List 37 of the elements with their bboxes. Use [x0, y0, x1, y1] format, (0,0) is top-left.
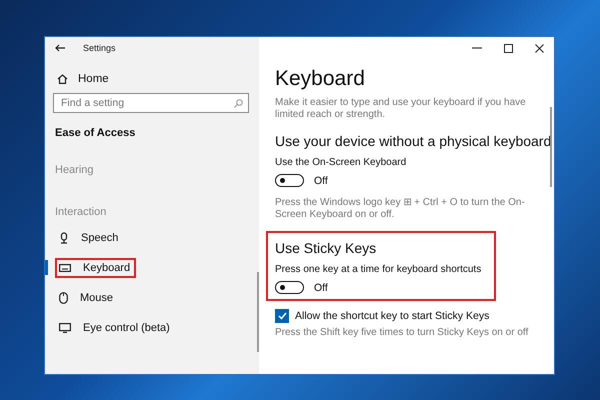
category-heading: Hearing [54, 164, 95, 176]
maximize-icon[interactable] [504, 44, 513, 52]
scrollbar[interactable] [257, 272, 259, 352]
sidebar-item[interactable]: Mouse [55, 288, 120, 308]
microphone-icon [59, 232, 69, 244]
window-title: Settings [83, 43, 116, 53]
search-field[interactable]: Find a setting [53, 93, 249, 113]
toggle-switch[interactable] [275, 281, 304, 294]
home-icon[interactable] [57, 74, 68, 84]
back-arrow-icon[interactable] [55, 44, 65, 52]
section-heading: Use Sticky Keys [275, 240, 378, 256]
checkbox-label[interactable]: Allow the shortcut key to start Sticky Keys [295, 310, 490, 322]
home-link[interactable]: Home [78, 73, 109, 85]
category-heading: Interaction [54, 206, 108, 218]
close-icon[interactable] [535, 44, 544, 52]
sidebar-item[interactable]: Eye control (beta) [55, 318, 176, 338]
toggle-state-text: Off [314, 174, 328, 186]
minimize-icon[interactable] [472, 47, 482, 49]
scrollbar[interactable] [550, 107, 552, 187]
setting-note: Press the Shift key five times to turn Sticky Keys on or off [275, 327, 530, 338]
checkmark-icon [278, 312, 286, 320]
search-icon [234, 98, 243, 108]
section-heading: Use your device without a physical keyboard [275, 133, 552, 149]
setting-label: Use the On-Screen Keyboard [275, 157, 408, 168]
section-title: Ease of Access [54, 126, 136, 139]
sidebar-item[interactable]: Speech [55, 228, 124, 248]
keyboard-icon [59, 264, 71, 272]
setting-note: Press the Windows logo key ⊞ + Ctrl + O to turn the On-Screen Keyboard on or off. [275, 197, 526, 221]
mouse-icon [59, 292, 68, 304]
toggle-state-text: Off [314, 282, 328, 294]
page-heading: Keyboard [275, 67, 366, 91]
sidebar-item[interactable]: Keyboard [55, 258, 136, 278]
page-description: Make it easier to type and use your keyboard if you have limited reach or strength. [275, 97, 527, 121]
monitor-icon [59, 323, 71, 333]
setting-label: Press one key at a time for keyboard shortcuts [275, 264, 482, 275]
checkbox[interactable] [275, 309, 289, 323]
toggle-switch[interactable] [275, 174, 304, 187]
